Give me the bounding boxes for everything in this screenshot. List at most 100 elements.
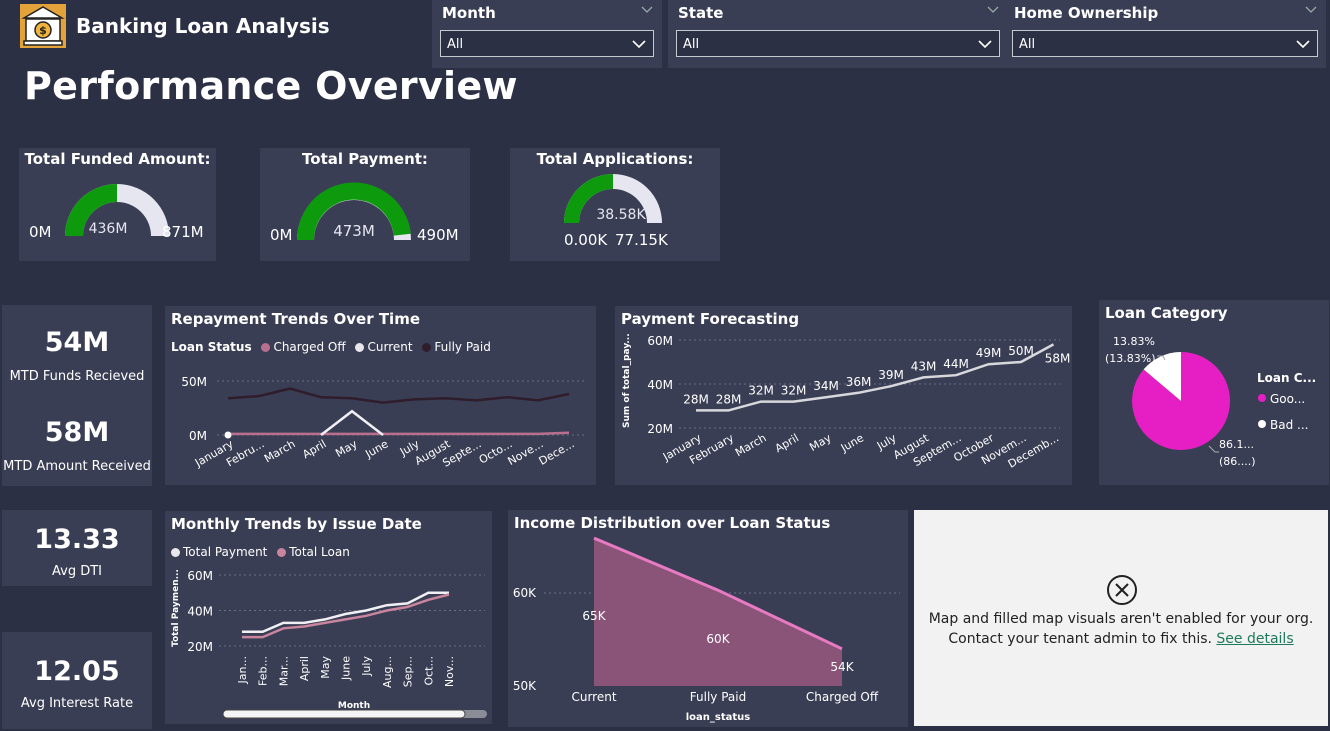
gauge-card-applications[interactable]: Total Applications: 38.58K 0.00K 77.15K [510,148,720,261]
slicer-home-ownership-dropdown[interactable]: All [1012,30,1318,57]
series-line-1 [320,409,384,436]
gauge-funded: 0M 436M 871M [29,184,204,241]
kpi-card-mtd[interactable]: 54M MTD Funds Recieved 58M MTD Amount Re… [2,305,152,486]
slicer-state-label: State [678,4,724,22]
monthly-chart: Total Paymen... Month 20M40M60MJan... Feb… [171,569,487,719]
x-tick-label: Sep... [402,656,415,687]
slicer-month: Month All [432,0,662,68]
data-label: 28M [716,392,742,406]
x-tick-label: Mar... [277,656,290,686]
data-label: 36M [846,375,872,389]
kpi-mtd-funds-value: 54M [44,327,110,358]
slicer-state: State All [668,0,1008,68]
close-circle-icon [1107,575,1137,605]
gauge-max: 871M [162,223,204,241]
kpi-avg-dti-value: 13.33 [34,524,120,555]
y-tick-label: 20M [647,422,673,436]
chevron-down-icon[interactable] [986,2,1000,16]
x-tick-label: June [838,431,866,455]
gauge-card-payment[interactable]: Total Payment: 0M 473M 490M [260,148,470,261]
x-tick-label: Jan... [236,656,249,684]
y-tick-label: 40M [647,378,673,392]
dropdown-chevron-icon [978,40,992,49]
kpi-mtd-funds-label: MTD Funds Recieved [9,369,145,384]
data-label: 58M [1045,351,1071,365]
y-axis-title: Sum of total_pay... [622,333,632,428]
bank-coin-icon: $ [20,4,66,48]
gauge-min: 0.00K [564,231,608,249]
data-label: 60K [706,632,730,646]
data-label: 44M [943,357,969,371]
x-tick-label: March [733,431,769,459]
scrollbar-thumb[interactable] [222,709,466,719]
x-tick-label: April [773,431,801,455]
map-notice: Map and filled map visuals aren't enable… [914,609,1328,649]
gauge-max: 77.15K [615,231,669,249]
x-tick-label: Dece... [537,437,577,468]
gauge-card-funded[interactable]: Total Funded Amount: 0M 436M 871M [19,148,216,261]
legend-dot [1258,394,1266,402]
gauge-min: 0M [270,226,293,244]
kpi-card-interest[interactable]: 12.05 Avg Interest Rate [2,632,152,729]
x-tick-label: Charged Off [806,690,879,704]
y-tick-label: 0M [189,429,207,443]
slicer-month-label: Month [442,4,496,22]
pie-label: (86....) [1219,455,1256,468]
legend-label: Goo... [1270,392,1305,406]
y-tick-label: 50M [181,375,207,389]
leader-line [1208,445,1219,453]
slicer-month-dropdown[interactable]: All [440,30,654,57]
see-details-link[interactable]: See details [1216,631,1293,647]
data-label: 39M [878,368,904,382]
svg-text:$: $ [39,24,47,37]
y-tick-label: 40M [187,605,213,619]
loan-category-card[interactable]: Loan Category 13.83% (13.83%) 86.1... (8… [1099,300,1329,485]
slicer-state-value: All [683,37,700,52]
repayment-trends-card[interactable]: Repayment Trends Over Time Loan Status C… [165,306,596,485]
pie-label: 13.83% [1113,335,1155,348]
dropdown-chevron-icon [1296,40,1310,49]
x-tick-label: April [300,437,328,461]
slicer-month-value: All [447,37,464,52]
x-tick-label: June [362,437,390,461]
x-tick-label: Oct... [422,656,435,686]
area-fill [594,538,842,686]
monthly-trends-card[interactable]: Monthly Trends by Issue Date Total Payme… [165,511,492,724]
x-tick-label: May [807,431,834,454]
data-label: 49M [976,346,1002,360]
gauge-value: 436M [89,221,128,237]
map-visual-placeholder: Map and filled map visuals aren't enable… [914,510,1328,726]
data-label: 34M [813,379,839,393]
slicer-state-dropdown[interactable]: All [676,30,1000,57]
chevron-down-icon[interactable] [1304,2,1318,16]
map-notice-line2: Contact your tenant admin to fix this. [948,631,1212,647]
kpi-mtd-amount-value: 58M [44,417,110,448]
x-tick-label: May [319,656,332,679]
app-title: Banking Loan Analysis [76,14,330,38]
x-axis-title: loan_status [686,712,751,723]
x-tick-label: Aug... [381,656,394,688]
page-title: Performance Overview [24,64,518,108]
x-tick-label: March [262,437,298,465]
slicer-home-ownership-value: All [1019,37,1036,52]
loan-category-pie: 13.83% (13.83%) 86.1... (86....) Loan C.… [1105,335,1316,468]
data-label: 54K [830,660,854,674]
gauge-applications: 38.58K 0.00K 77.15K [564,174,669,249]
y-tick-label: 20M [187,640,213,654]
kpi-card-dti[interactable]: 13.33 Avg DTI [2,510,152,586]
series-line-1 [242,593,450,639]
slicer-home-ownership-label: Home Ownership [1014,4,1159,22]
y-tick-label: 60M [187,569,213,583]
data-label: 32M [748,384,774,398]
dropdown-chevron-icon [632,40,646,49]
legend-label: Bad ... [1270,418,1308,432]
x-tick-label: June [340,656,353,681]
gauge-value: 473M [333,222,375,240]
y-tick-label: 60M [647,334,673,348]
y-axis-title: Total Paymen... [171,569,181,647]
kpi-mtd-amount-label: MTD Amount Received [3,459,151,474]
payment-forecasting-card[interactable]: Payment Forecasting Sum of total_pay... … [615,306,1072,485]
slicer-home-ownership: Home Ownership All [1004,0,1326,68]
chevron-down-icon[interactable] [640,2,654,16]
income-distribution-card[interactable]: Income Distribution over Loan Status loa… [508,510,908,727]
